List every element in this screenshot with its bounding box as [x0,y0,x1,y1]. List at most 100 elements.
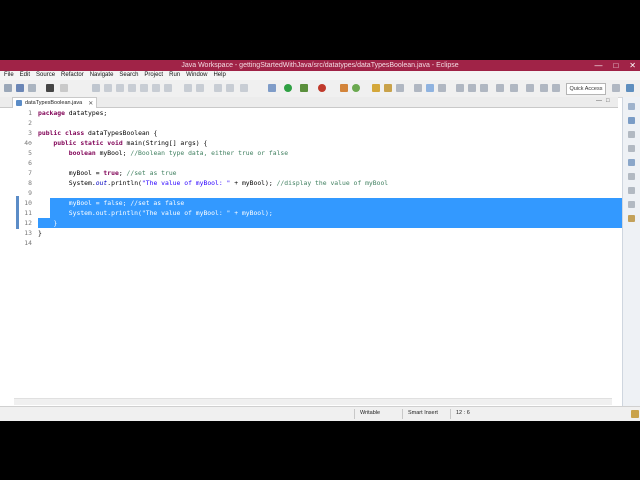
toggle-icon[interactable] [60,84,68,92]
line-number: 14 [24,239,32,247]
drop-frame-icon[interactable] [184,84,192,92]
editor-tab[interactable]: dataTypesBoolean.java ✕ [12,97,98,108]
minimize-editor-icon[interactable]: — [596,98,602,104]
editor-tab-bar: dataTypesBoolean.java ✕ — □ [0,97,618,108]
navigate-forward-icon[interactable] [552,84,560,92]
save-all-icon[interactable] [28,84,36,92]
code-line: 11 System.out.println("The value of myBo… [14,208,612,218]
menu-run[interactable]: Run [169,71,180,80]
code-line: 1 package datatypes; [14,108,612,118]
resume-icon[interactable] [104,84,112,92]
new-icon[interactable] [4,84,12,92]
menu-project[interactable]: Project [144,71,163,80]
code-text: myBool = true; //set as true [38,169,177,177]
code-text: } [38,219,58,227]
maximize-editor-icon[interactable]: □ [606,98,610,104]
main-toolbar: Quick Access [0,80,640,98]
horizontal-scrollbar[interactable] [14,398,612,405]
code-line: 10 myBool = false; //set as false [14,198,612,208]
save-icon[interactable] [16,84,24,92]
status-cursor-position: 12 : 6 [456,410,470,416]
code-line: 12 } [14,218,612,228]
line-number: 12 [24,219,32,227]
close-icon[interactable]: ✕ [629,60,636,71]
java-file-icon [16,100,22,106]
use-step-filters-icon[interactable] [196,84,204,92]
task-list-icon[interactable] [628,145,635,152]
line-number: 13 [24,229,32,237]
code-line: 6 [14,158,612,168]
maximize-icon[interactable]: □ [613,60,618,71]
debug-icon[interactable] [268,84,276,92]
code-line: 7 myBool = true; //set as true [14,168,612,178]
open-type-icon[interactable] [226,84,234,92]
minimize-icon[interactable]: — [594,60,602,71]
line-number: 8 [28,179,32,187]
notification-icon[interactable] [631,410,639,418]
code-text: public static void main(String[] args) { [53,139,208,147]
back-icon[interactable] [496,84,504,92]
line-number: 5 [28,149,32,157]
step-over-icon[interactable] [152,84,160,92]
step-into-icon[interactable] [140,84,148,92]
menu-source[interactable]: Source [36,71,55,80]
menu-search[interactable]: Search [119,71,138,80]
code-editor[interactable]: 1 package datatypes; 2 3 public class da… [14,108,623,398]
close-tab-icon[interactable]: ✕ [88,100,93,107]
forward-icon[interactable] [510,84,518,92]
step-return-icon[interactable] [164,84,172,92]
outline-icon[interactable] [628,131,635,138]
code-line: 8 System.out.println("The value of myBoo… [14,178,612,188]
navigate-icon[interactable] [540,84,548,92]
debug-settings-icon[interactable] [46,84,54,92]
suspend-icon[interactable] [116,84,124,92]
menu-window[interactable]: Window [186,71,207,80]
restore-icon[interactable] [628,103,635,110]
skip-icon[interactable] [92,84,100,92]
new-java-project-icon[interactable] [340,84,348,92]
terminal-icon[interactable] [214,84,222,92]
code-text: public class dataTypesBoolean { [38,129,158,137]
menu-file[interactable]: File [4,71,14,80]
menu-help[interactable]: Help [213,71,225,80]
quick-access-input[interactable]: Quick Access [566,83,606,95]
new-package-icon[interactable] [352,84,360,92]
java-perspective-icon[interactable] [626,84,634,92]
code-text: } [38,229,42,237]
new-class-icon[interactable] [372,84,380,92]
prev-annotation-icon[interactable] [468,84,476,92]
line-number: 10 [24,199,32,207]
eclipse-window: Java Workspace - gettingStartedWithJava/… [0,60,640,421]
pin-icon[interactable] [480,84,488,92]
highlight-icon[interactable] [426,84,434,92]
console-icon[interactable] [628,201,635,208]
run-history-icon[interactable] [300,84,308,92]
terminate-icon[interactable] [128,84,136,92]
code-text: System.out.println("The value of myBool:… [38,209,273,217]
package-explorer-icon[interactable] [628,117,635,124]
last-edit-icon[interactable] [526,84,534,92]
run-icon[interactable] [284,84,292,92]
search-icon[interactable] [240,84,248,92]
declaration-icon[interactable] [628,187,635,194]
line-number: 3 [28,129,32,137]
window-title: Java Workspace - gettingStartedWithJava/… [181,62,459,69]
menu-navigate[interactable]: Navigate [90,71,114,80]
progress-icon[interactable] [628,215,635,222]
line-number: 9 [28,189,32,197]
code-text: package datatypes; [38,109,108,117]
next-annotation-icon[interactable] [456,84,464,92]
edit-icon[interactable] [396,84,404,92]
problems-icon[interactable] [628,159,635,166]
line-number: 6 [28,159,32,167]
external-tools-icon[interactable] [318,84,326,92]
open-perspective-icon[interactable] [612,84,620,92]
menu-edit[interactable]: Edit [20,71,30,80]
javadoc-icon[interactable] [628,173,635,180]
open-folder-icon[interactable] [384,84,392,92]
status-bar: Writable Smart Insert 12 : 6 [0,406,640,421]
toggle-mark-icon[interactable] [414,84,422,92]
menu-refactor[interactable]: Refactor [61,71,84,80]
show-whitespace-icon[interactable] [438,84,446,92]
code-line: 2 [14,118,612,128]
